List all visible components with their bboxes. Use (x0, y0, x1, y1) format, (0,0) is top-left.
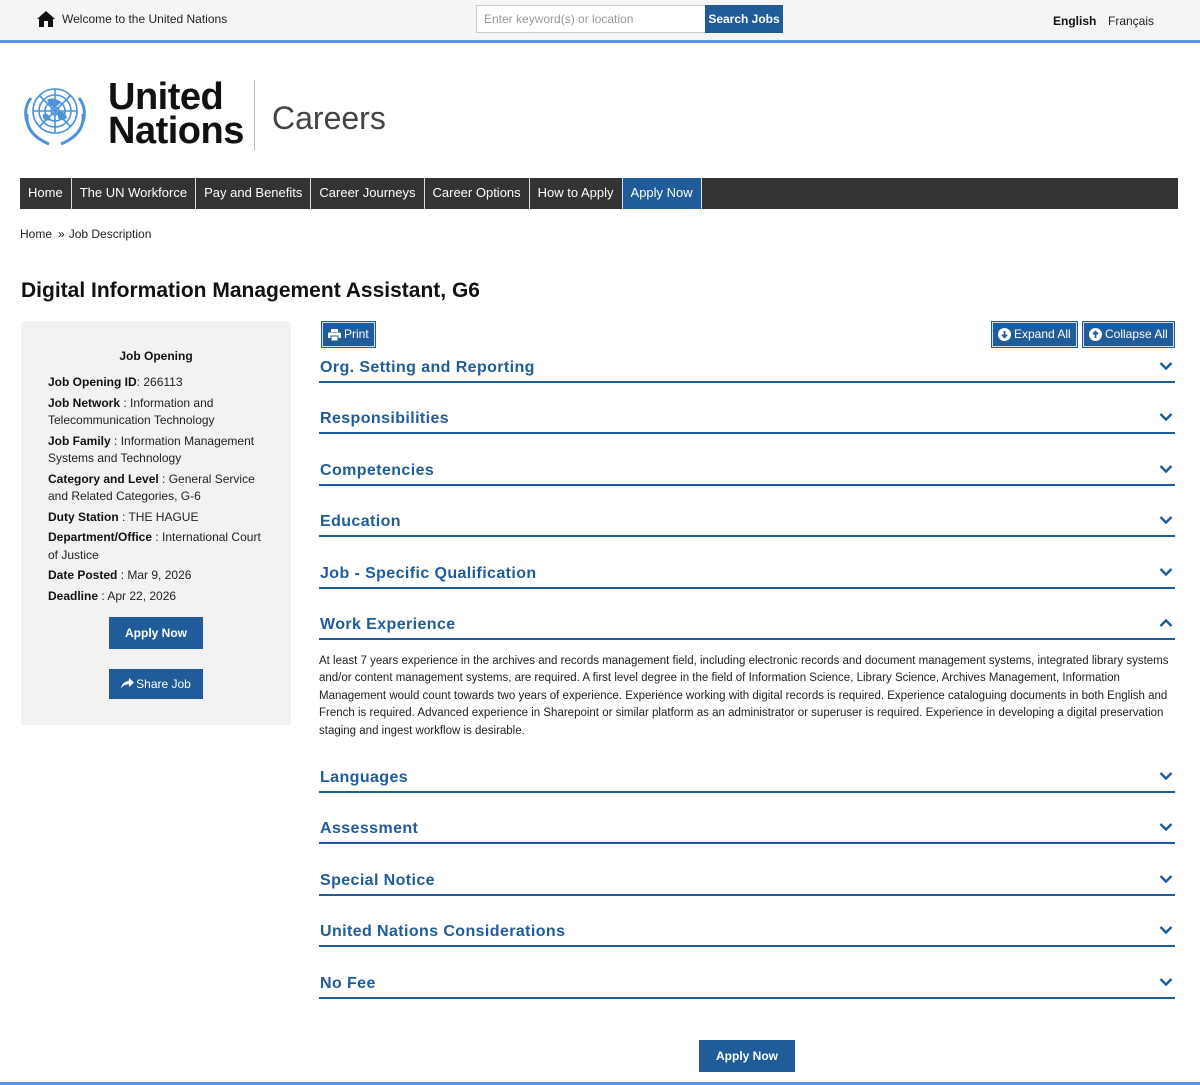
nav-apply-now[interactable]: Apply Now (622, 178, 702, 209)
chevron-down-icon (1159, 926, 1173, 935)
logo-divider (254, 80, 255, 150)
chevron-down-icon (1159, 823, 1173, 832)
chevron-down-icon (1159, 516, 1173, 525)
careers-title[interactable]: Careers (272, 100, 386, 137)
nav-career-journeys[interactable]: Career Journeys (311, 178, 425, 209)
chevron-down-icon (1159, 464, 1173, 473)
nav-career-options[interactable]: Career Options (425, 178, 530, 209)
chevron-down-icon (1159, 362, 1173, 371)
field-job-network: Job Network : Information and Telecommun… (48, 395, 215, 428)
section-job-specific-qualification[interactable]: Job - Specific Qualification (319, 560, 1175, 589)
section-no-fee[interactable]: No Fee (319, 970, 1175, 999)
job-opening-panel: Job Opening Job Opening ID: 266113 Job N… (21, 321, 291, 725)
field-date-posted: Date Posted : Mar 9, 2026 (48, 568, 192, 582)
job-sections-accordion: Org. Setting and Reporting Responsibilit… (319, 354, 1175, 999)
bottom-apply-now-button[interactable]: Apply Now (699, 1040, 795, 1072)
nav-un-workforce[interactable]: The UN Workforce (72, 178, 197, 209)
section-languages[interactable]: Languages (319, 764, 1175, 793)
breadcrumb-home[interactable]: Home (20, 227, 52, 241)
sidebar-apply-now-button[interactable]: Apply Now (109, 617, 203, 649)
nav-pay-benefits[interactable]: Pay and Benefits (196, 178, 312, 209)
home-icon[interactable] (36, 10, 56, 28)
chevron-down-icon (1159, 413, 1173, 422)
language-french[interactable]: Français (1108, 14, 1154, 28)
chevron-up-icon (1159, 618, 1173, 627)
print-icon (328, 328, 341, 341)
top-bar: Welcome to the United Nations Search Job… (0, 0, 1200, 43)
field-duty-station: Duty Station : THE HAGUE (48, 509, 199, 524)
section-work-experience[interactable]: Work Experience (319, 611, 1175, 640)
job-fields: Job Opening ID: 266113 Job Network : Inf… (48, 374, 273, 608)
expand-circle-icon (998, 328, 1011, 341)
language-english[interactable]: English (1053, 14, 1096, 28)
field-deadline: Deadline : Apr 22, 2026 (48, 588, 177, 603)
share-job-button[interactable]: Share Job (109, 669, 203, 699)
main-nav: Home The UN Workforce Pay and Benefits C… (20, 178, 1178, 209)
section-org-setting[interactable]: Org. Setting and Reporting (319, 354, 1175, 383)
work-experience-content: At least 7 years experience in the archi… (319, 654, 1169, 737)
section-competencies[interactable]: Competencies (319, 457, 1175, 486)
field-category-level: Category and Level : General Service and… (48, 471, 255, 504)
chevron-down-icon (1159, 567, 1173, 576)
breadcrumb: Home » Job Description (20, 227, 151, 241)
search-input[interactable] (476, 5, 706, 33)
share-icon (121, 678, 135, 689)
collapse-all-button[interactable]: Collapse All (1082, 321, 1175, 348)
breadcrumb-separator-icon: » (58, 227, 65, 241)
nav-how-to-apply[interactable]: How to Apply (530, 178, 623, 209)
field-job-family: Job Family : Information Management Syst… (48, 433, 255, 466)
un-logo-text[interactable]: United Nations (108, 78, 244, 150)
section-education[interactable]: Education (319, 508, 1175, 538)
print-button[interactable]: Print (321, 321, 376, 348)
collapse-circle-icon (1089, 328, 1102, 341)
chevron-down-icon (1159, 772, 1173, 781)
breadcrumb-current: Job Description (68, 227, 152, 241)
section-special-notice[interactable]: Special Notice (319, 867, 1175, 896)
search-jobs-button[interactable]: Search Jobs (705, 5, 783, 33)
field-job-opening-id: Job Opening ID: 266113 (48, 375, 183, 389)
field-department: Department/Office : International Court … (48, 530, 261, 562)
un-emblem-icon[interactable] (13, 78, 97, 150)
welcome-link[interactable]: Welcome to the United Nations (62, 12, 227, 26)
expand-all-button[interactable]: Expand All (991, 321, 1078, 348)
section-un-considerations[interactable]: United Nations Considerations (319, 918, 1175, 948)
section-assessment[interactable]: Assessment (319, 815, 1175, 845)
page-title: Digital Information Management Assistant… (21, 279, 480, 302)
chevron-down-icon (1159, 977, 1173, 986)
job-opening-heading: Job Opening (119, 349, 193, 363)
chevron-down-icon (1159, 874, 1173, 883)
nav-home[interactable]: Home (20, 178, 72, 209)
section-responsibilities[interactable]: Responsibilities (319, 405, 1175, 435)
